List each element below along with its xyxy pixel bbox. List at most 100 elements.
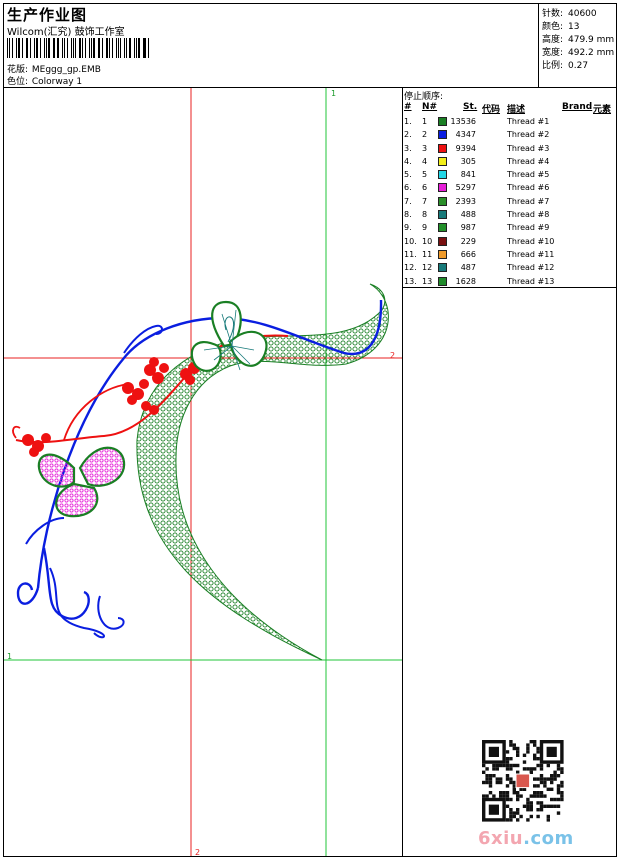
- thread-color-swatch: [438, 170, 447, 180]
- stat-label: 针数:: [542, 9, 564, 19]
- thread-desc: Thread #13: [507, 276, 555, 286]
- thread-table: 1. 1 13536 Thread #1 2. 2 4347 Thread #2 3. 3 9394…: [404, 115, 616, 288]
- thread-desc: Thread #10: [507, 236, 555, 246]
- thread-needle: 9: [422, 223, 428, 233]
- thread-stitches: 305: [460, 156, 476, 166]
- stat-value: 13: [568, 22, 580, 32]
- barcode-icon: [7, 38, 151, 58]
- thread-needle: 11: [422, 249, 433, 259]
- thread-needle: 13: [422, 276, 433, 286]
- col-needle: N#: [422, 102, 438, 112]
- thread-row: 13. 13 1628 Thread #13: [404, 275, 616, 288]
- colorway-label: 色位:: [7, 77, 29, 87]
- stat-value: 492.2 mm: [568, 48, 615, 58]
- thread-desc: Thread #2: [507, 130, 550, 140]
- thread-seq: 1.: [404, 117, 412, 126]
- thread-stitches: 229: [460, 236, 476, 246]
- thread-stitches: 13536: [450, 117, 476, 126]
- thread-row: 7. 7 2393 Thread #7: [404, 195, 616, 208]
- thread-row: 10. 10 229 Thread #10: [404, 235, 616, 248]
- stat-label: 高度:: [542, 35, 564, 45]
- colorway-value: Colorway 1: [31, 77, 83, 87]
- stat-colors: 颜色: 13: [542, 19, 579, 32]
- thread-seq: 6.: [404, 183, 412, 193]
- thread-desc: Thread #1: [507, 117, 550, 126]
- colorway-field: 色位: Colorway 1: [7, 74, 82, 87]
- thread-seq: 5.: [404, 170, 412, 180]
- guide-label: 1: [331, 89, 336, 98]
- thread-seq: 8.: [404, 210, 412, 220]
- qr-code-icon: [482, 740, 564, 822]
- thread-desc: Thread #3: [507, 143, 550, 153]
- guide-label: 1: [7, 652, 12, 661]
- thread-desc: Thread #7: [507, 196, 550, 206]
- thread-color-swatch: [438, 263, 447, 273]
- thread-seq: 10.: [404, 236, 417, 246]
- thread-needle: 4: [422, 156, 428, 166]
- thread-desc: Thread #11: [507, 249, 555, 259]
- stat-value: 479.9 mm: [568, 35, 615, 45]
- stat-value: 0.27: [568, 61, 589, 71]
- thread-color-swatch: [438, 236, 447, 246]
- thread-stitches: 2393: [455, 196, 476, 206]
- blue-curl: [49, 567, 105, 639]
- thread-stitches: 9394: [455, 143, 476, 153]
- watermark: 6xiu.com: [478, 828, 574, 849]
- thread-needle: 12: [422, 263, 433, 273]
- panel-divider: [402, 88, 403, 857]
- thread-color-swatch: [438, 143, 447, 153]
- stat-scale: 比例: 0.27: [542, 58, 588, 71]
- watermark-text: 6xiu: [478, 828, 524, 849]
- thread-desc: Thread #9: [507, 223, 550, 233]
- thread-needle: 6: [422, 183, 428, 193]
- blue-curl: [97, 595, 125, 630]
- thread-color-swatch: [438, 210, 447, 220]
- thread-seq: 12.: [404, 263, 417, 273]
- thread-stitches: 1628: [455, 276, 476, 286]
- thread-stitches: 987: [460, 223, 476, 233]
- thread-color-swatch: [438, 196, 447, 206]
- thread-desc: Thread #4: [507, 156, 550, 166]
- thread-row: 6. 6 5297 Thread #6: [404, 181, 616, 194]
- stat-stitches: 针数: 40600: [542, 6, 597, 19]
- design-canvas: 1 2 2 1: [4, 88, 402, 856]
- thread-row: 5. 5 841 Thread #5: [404, 168, 616, 181]
- thread-color-swatch: [438, 117, 447, 126]
- thread-desc: Thread #5: [507, 170, 550, 180]
- thread-row: 4. 4 305 Thread #4: [404, 155, 616, 168]
- guide-label: 2: [195, 848, 200, 856]
- thread-stitches: 488: [460, 210, 476, 220]
- thread-desc: Thread #8: [507, 210, 550, 220]
- thread-color-swatch: [438, 130, 447, 140]
- thread-needle: 7: [422, 196, 428, 206]
- thread-desc: Thread #6: [507, 183, 550, 193]
- thread-desc: Thread #12: [507, 263, 555, 273]
- col-brand: Brand: [562, 102, 593, 112]
- col-seq: #: [404, 102, 412, 112]
- thread-color-swatch: [438, 276, 447, 286]
- stop-sequence-title: 停止顺序:: [404, 92, 444, 102]
- thread-seq: 7.: [404, 196, 412, 206]
- thread-stitches: 841: [460, 170, 476, 180]
- stat-label: 宽度:: [542, 48, 564, 58]
- red-curl: [12, 425, 21, 439]
- red-vine: [63, 383, 129, 441]
- thread-seq: 9.: [404, 223, 412, 233]
- thread-row: 3. 3 9394 Thread #3: [404, 142, 616, 155]
- thread-needle: 5: [422, 170, 428, 180]
- thread-seq: 13.: [404, 276, 417, 286]
- watermark-domain: .com: [523, 828, 574, 849]
- stat-label: 比例:: [542, 61, 564, 71]
- thread-seq: 3.: [404, 143, 412, 153]
- thread-needle: 10: [422, 236, 433, 246]
- col-element: 元素: [593, 105, 612, 115]
- thread-color-swatch: [438, 249, 447, 259]
- blue-curl: [42, 547, 90, 620]
- thread-stitches: 487: [460, 263, 476, 273]
- thread-color-swatch: [438, 156, 447, 166]
- thread-needle: 3: [422, 143, 428, 153]
- thread-seq: 2.: [404, 130, 412, 140]
- thread-row: 9. 9 987 Thread #9: [404, 221, 616, 234]
- stat-height: 高度: 479.9 mm: [542, 32, 614, 45]
- blue-curl: [16, 582, 40, 605]
